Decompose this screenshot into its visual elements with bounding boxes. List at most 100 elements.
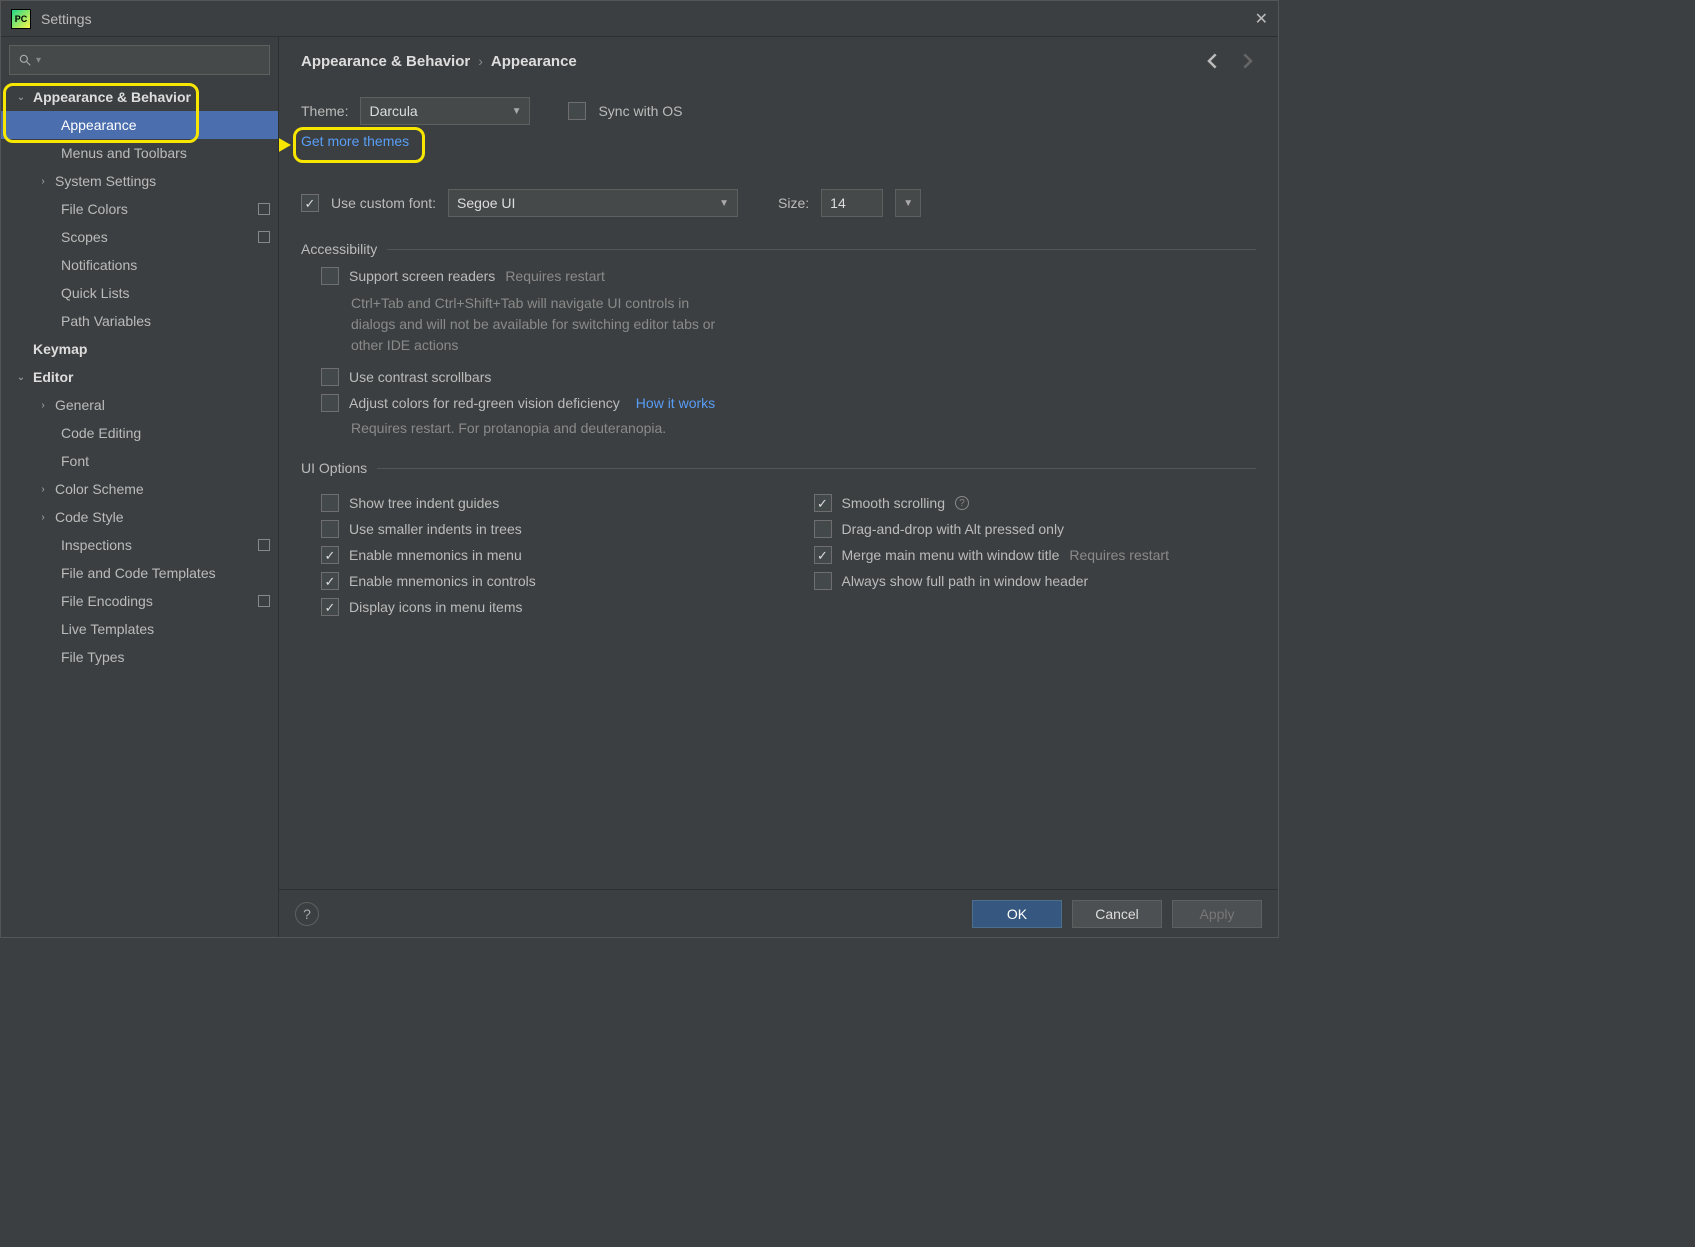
chevron-right-icon: › [35,176,51,187]
sync-os-label: Sync with OS [598,103,682,119]
back-icon[interactable] [1204,51,1224,71]
app-logo: PC [11,9,31,29]
sidebar-item-appearance-behavior[interactable]: ⌄Appearance & Behavior [1,83,278,111]
sidebar: ▾ ⌄Appearance & Behavior Appearance Menus … [1,37,279,937]
sidebar-item-color-scheme[interactable]: › Color Scheme [1,475,278,503]
font-size-input[interactable]: 14 [821,189,883,217]
colorblind-label: Adjust colors for red-green vision defic… [349,395,620,411]
sidebar-item-menus-and-toolbars[interactable]: Menus and Toolbars [1,139,278,167]
merge-main-menu-with-window-title-checkbox[interactable] [814,546,832,564]
sidebar-item-label: Menus and Toolbars [61,145,187,161]
contrast-scrollbars-checkbox[interactable] [321,368,339,386]
chevron-down-icon: ▼ [512,106,522,117]
sidebar-item-code-style[interactable]: ›Code Style [1,503,278,531]
annotation-arrow [279,133,291,157]
sidebar-item-label: Appearance [61,117,137,133]
search-input[interactable]: ▾ [9,45,270,75]
sidebar-item-label: Quick Lists [61,285,129,301]
screen-readers-checkbox[interactable] [321,267,339,285]
sidebar-item-inspections[interactable]: Inspections [1,531,278,559]
sidebar-item-label: Inspections [61,537,132,553]
help-icon[interactable]: ? [955,496,969,510]
sidebar-item-label: Scopes [61,229,108,245]
sidebar-item-quick-lists[interactable]: Quick Lists [1,279,278,307]
sidebar-item-label: System Settings [55,173,156,189]
sidebar-item-scopes[interactable]: Scopes [1,223,278,251]
sidebar-item-label: Path Variables [61,313,151,329]
show-tree-indent-guides-checkbox[interactable] [321,494,339,512]
hint-text: Requires restart [1069,547,1169,563]
scope-badge-icon [258,231,270,243]
sidebar-item-live-templates[interactable]: Live Templates [1,615,278,643]
sidebar-item-label: Code Editing [61,425,141,441]
font-size-stepper[interactable]: ▼ [895,189,921,217]
window-title: Settings [41,11,92,27]
apply-button[interactable]: Apply [1172,900,1262,928]
help-icon[interactable]: ? [295,902,319,926]
option-label: Smooth scrolling [842,495,946,511]
sidebar-item-label: Keymap [33,341,87,357]
forward-icon [1236,51,1256,71]
sync-os-checkbox[interactable] [568,102,586,120]
font-size-value: 14 [830,195,846,211]
chevron-right-icon: › [35,484,51,495]
always-show-full-path-in-window-header-checkbox[interactable] [814,572,832,590]
chevron-down-icon: ▼ [719,198,729,209]
sidebar-item-system-settings[interactable]: › System Settings [1,167,278,195]
sidebar-item-notifications[interactable]: Notifications [1,251,278,279]
settings-tree[interactable]: ⌄Appearance & Behavior Appearance Menus an… [1,83,278,937]
chevron-down-icon: ⌄ [13,372,29,383]
sidebar-item-keymap[interactable]: Keymap [1,335,278,363]
sidebar-item-file-types[interactable]: File Types [1,643,278,671]
theme-label: Theme: [301,103,348,119]
sidebar-item-editor[interactable]: ⌄Editor [1,363,278,391]
search-icon [18,53,32,67]
get-more-themes-link[interactable]: Get more themes [301,133,409,149]
how-it-works-link[interactable]: How it works [636,395,715,411]
drag-and-drop-with-alt-pressed-only-checkbox[interactable] [814,520,832,538]
close-icon[interactable]: ✕ [1255,9,1268,29]
requires-restart-hint: Requires restart [505,268,605,284]
colorblind-note: Requires restart. For protanopia and deu… [351,420,1256,436]
sidebar-item-path-variables[interactable]: Path Variables [1,307,278,335]
scope-badge-icon [258,539,270,551]
breadcrumb-leaf: Appearance [491,53,577,70]
sidebar-item-file-and-code-templates[interactable]: File and Code Templates [1,559,278,587]
sidebar-item-font[interactable]: Font [1,447,278,475]
option-label: Show tree indent guides [349,495,499,511]
sidebar-item-label: Notifications [61,257,137,273]
option-label: Display icons in menu items [349,599,523,615]
titlebar: PC Settings ✕ [1,1,1278,37]
ok-button[interactable]: OK [972,900,1062,928]
sidebar-item-label: File Colors [61,201,128,217]
use-smaller-indents-in-trees-checkbox[interactable] [321,520,339,538]
sidebar-item-file-encodings[interactable]: File Encodings [1,587,278,615]
sidebar-item-file-colors[interactable]: File Colors [1,195,278,223]
enable-mnemonics-in-controls-checkbox[interactable] [321,572,339,590]
font-select[interactable]: Segoe UI▼ [448,189,738,217]
display-icons-in-menu-items-checkbox[interactable] [321,598,339,616]
sidebar-item-code-editing[interactable]: Code Editing [1,419,278,447]
font-size-label: Size: [778,195,809,211]
ui-options-section: UI Options [301,460,1256,476]
colorblind-checkbox[interactable] [321,394,339,412]
chevron-right-icon: › [478,53,483,69]
smooth-scrolling-checkbox[interactable] [814,494,832,512]
sidebar-item-label: General [55,397,105,413]
enable-mnemonics-in-menu-checkbox[interactable] [321,546,339,564]
cancel-button[interactable]: Cancel [1072,900,1162,928]
sidebar-item-label: Live Templates [61,621,154,637]
option-label: Drag-and-drop with Alt pressed only [842,521,1065,537]
breadcrumb-root[interactable]: Appearance & Behavior [301,53,470,70]
option-label: Enable mnemonics in menu [349,547,522,563]
use-custom-font-checkbox[interactable] [301,194,319,212]
theme-select[interactable]: Darcula ▼ [360,97,530,125]
sidebar-item-label: Color Scheme [55,481,144,497]
breadcrumb: Appearance & Behavior › Appearance [279,37,1278,79]
sidebar-item-general[interactable]: ›General [1,391,278,419]
option-label: Use smaller indents in trees [349,521,522,537]
theme-value: Darcula [369,103,417,119]
scope-badge-icon [258,203,270,215]
sidebar-item-appearance[interactable]: Appearance [1,111,278,139]
sidebar-item-label: Code Style [55,509,123,525]
